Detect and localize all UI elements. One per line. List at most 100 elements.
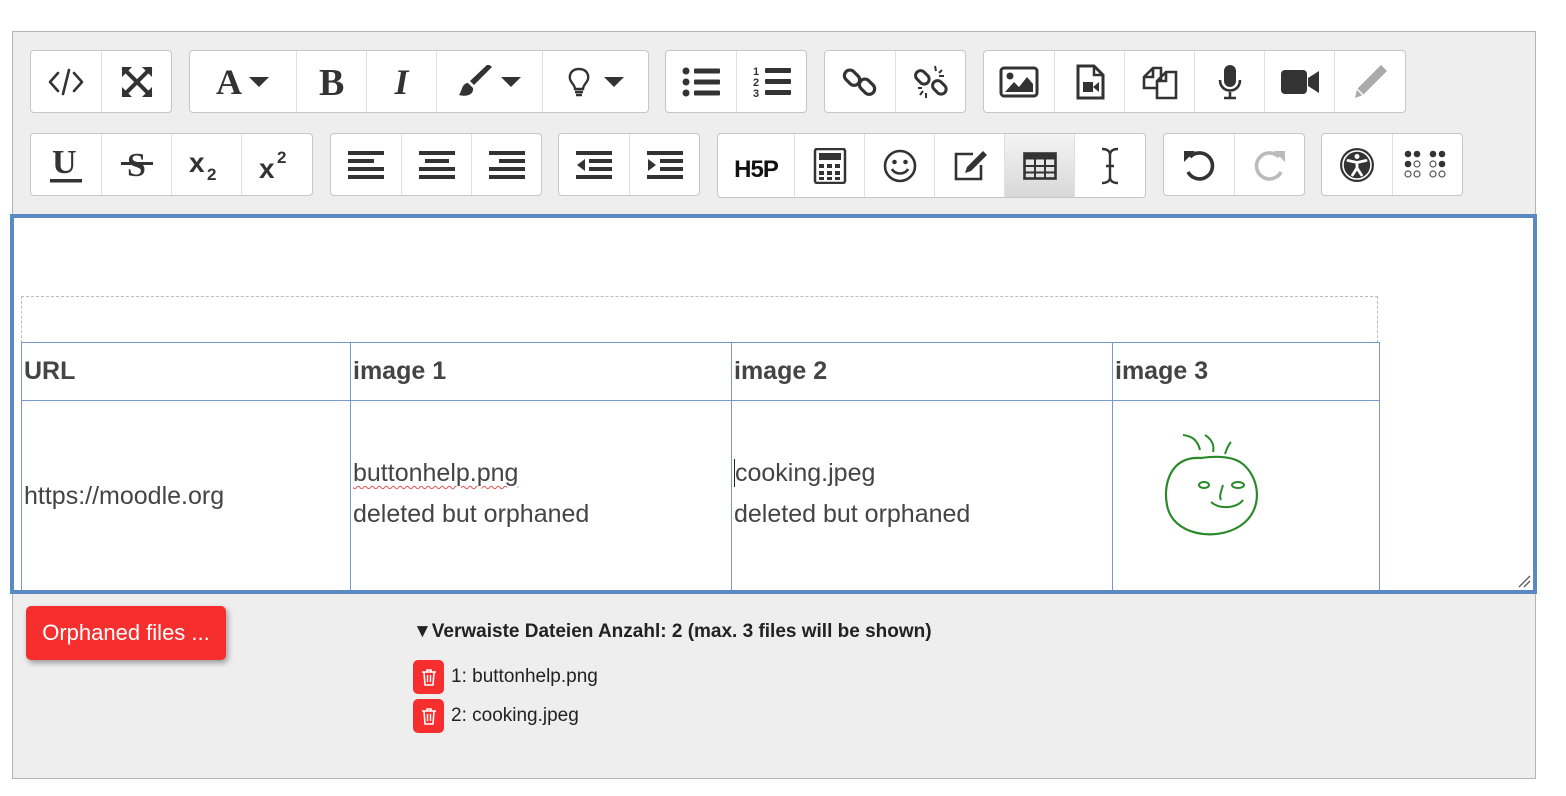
toolbar-group-view [30, 50, 172, 113]
font-style-icon: A [216, 61, 242, 102]
table-header-row: URL image 1 image 2 image 3 [21, 342, 1380, 401]
align-center-button[interactable] [401, 134, 471, 195]
orphaned-files-title[interactable]: ▼Verwaiste Dateien Anzahl: 2 (max. 3 fil… [413, 621, 932, 643]
numbered-list-button[interactable]: 123 [736, 51, 806, 112]
numbered-list-icon: 123 [753, 66, 791, 99]
cell-image-3[interactable] [1112, 400, 1380, 590]
align-left-icon [348, 150, 384, 179]
record-video-button[interactable] [1264, 51, 1334, 112]
align-left-button[interactable] [331, 134, 401, 195]
pencil-icon [1354, 64, 1387, 98]
redo-icon [1254, 150, 1285, 181]
media-button[interactable] [1054, 51, 1124, 112]
superscript-button[interactable]: x2 [241, 134, 311, 195]
unlink-icon [913, 65, 948, 98]
editor-toolbar: A B I 123 U S x 2 x 2 H5P [13, 32, 1535, 214]
image-icon [999, 66, 1039, 97]
video-camera-icon [1280, 69, 1319, 94]
svg-text:x: x [259, 153, 275, 183]
accessibility-button[interactable] [1322, 134, 1392, 195]
bold-icon: B [319, 64, 344, 100]
toolbar-group-lists: 123 [665, 50, 807, 113]
image-1-note: deleted but orphaned [353, 500, 590, 528]
svg-text:2: 2 [277, 148, 286, 167]
font-style-button[interactable]: A [190, 51, 296, 112]
fullscreen-icon [121, 66, 152, 97]
toolbar-group-indent [558, 133, 700, 196]
strikethrough-button[interactable]: S [101, 134, 171, 195]
bullet-list-button[interactable] [666, 51, 736, 112]
record-audio-button[interactable] [1194, 51, 1264, 112]
bold-button[interactable]: B [296, 51, 366, 112]
braille-icon [1403, 150, 1446, 178]
link-button[interactable] [825, 51, 895, 112]
delete-file-button[interactable] [413, 699, 444, 733]
outdent-icon [576, 150, 612, 179]
draw-button[interactable] [934, 134, 1004, 197]
content-table: URL image 1 image 2 image 3 https://mood… [21, 342, 1380, 590]
toolbar-group-style: A B I [189, 50, 649, 113]
image-button[interactable] [984, 51, 1054, 112]
subscript-button[interactable]: x2 [171, 134, 241, 195]
header-image-1[interactable]: image 1 [350, 342, 732, 401]
indent-button[interactable] [629, 134, 699, 195]
underline-button[interactable]: U [31, 134, 101, 195]
orphaned-file-name: 2: cooking.jpeg [451, 705, 579, 726]
text-cursor-icon [1101, 147, 1118, 184]
image-2-note: deleted but orphaned [734, 500, 971, 528]
svg-text:x: x [189, 147, 205, 178]
manage-files-button[interactable] [1124, 51, 1194, 112]
toolbar-group-history [1163, 133, 1305, 196]
resize-handle-icon[interactable] [1517, 574, 1531, 588]
url-text: https://moodle.org [24, 481, 225, 510]
html-button[interactable] [31, 51, 101, 112]
unlink-button[interactable] [895, 51, 965, 112]
svg-text:B: B [319, 64, 344, 100]
calculator-icon [813, 147, 846, 184]
svg-text:S: S [127, 147, 146, 184]
orphaned-file-name: 1: buttonhelp.png [451, 666, 598, 687]
lightbulb-icon [568, 67, 589, 96]
undo-icon [1184, 150, 1215, 181]
editor-content-area[interactable]: URL image 1 image 2 image 3 https://mood… [10, 214, 1537, 594]
toolbar-group-align [330, 133, 542, 196]
tips-button[interactable] [542, 51, 648, 112]
toolbar-group-links [824, 50, 966, 113]
emoji-button[interactable] [864, 134, 934, 197]
superscript-icon: x2 [259, 148, 286, 183]
braille-button[interactable] [1392, 134, 1462, 195]
h5p-button[interactable]: H5P [718, 134, 794, 197]
underline-icon: U [50, 145, 82, 182]
calculator-button[interactable] [794, 134, 864, 197]
toolbar-group-accessibility [1321, 133, 1463, 196]
table-row: https://moodle.org buttonhelp.png delete… [21, 400, 1380, 590]
outdent-button[interactable] [559, 134, 629, 195]
font-color-button[interactable] [436, 51, 542, 112]
header-image-2[interactable]: image 2 [731, 342, 1113, 401]
header-url[interactable]: URL [21, 342, 351, 401]
strikethrough-icon: S [120, 147, 153, 184]
table-caption[interactable] [21, 296, 1378, 343]
emoji-icon [883, 149, 916, 182]
header-image-3[interactable]: image 3 [1112, 342, 1380, 401]
undo-button[interactable] [1164, 134, 1234, 195]
cell-url[interactable]: https://moodle.org [21, 400, 351, 590]
fullscreen-button[interactable] [101, 51, 171, 112]
trash-icon [421, 708, 436, 725]
orphaned-files-button[interactable]: Orphaned files ... [26, 606, 226, 660]
chevron-down-icon [249, 76, 269, 87]
cell-image-2[interactable]: cooking.jpeg deleted but orphaned [731, 400, 1113, 590]
align-right-button[interactable] [471, 134, 541, 195]
text-cursor-button[interactable] [1074, 134, 1144, 197]
toolbar-group-text: U S x2 x2 [30, 133, 313, 196]
delete-file-button[interactable] [413, 660, 444, 694]
manage-files-icon [1142, 66, 1177, 99]
table-button[interactable] [1004, 134, 1074, 197]
cell-image-1[interactable]: buttonhelp.png deleted but orphaned [350, 400, 732, 590]
pencil-button[interactable] [1334, 51, 1404, 112]
text-editor: A B I 123 U S x 2 x 2 H5P URL image 1 im… [10, 31, 1537, 779]
redo-button[interactable] [1234, 134, 1304, 195]
h5p-icon: H5P [734, 155, 779, 183]
media-icon [1076, 64, 1104, 99]
italic-button[interactable]: I [366, 51, 436, 112]
